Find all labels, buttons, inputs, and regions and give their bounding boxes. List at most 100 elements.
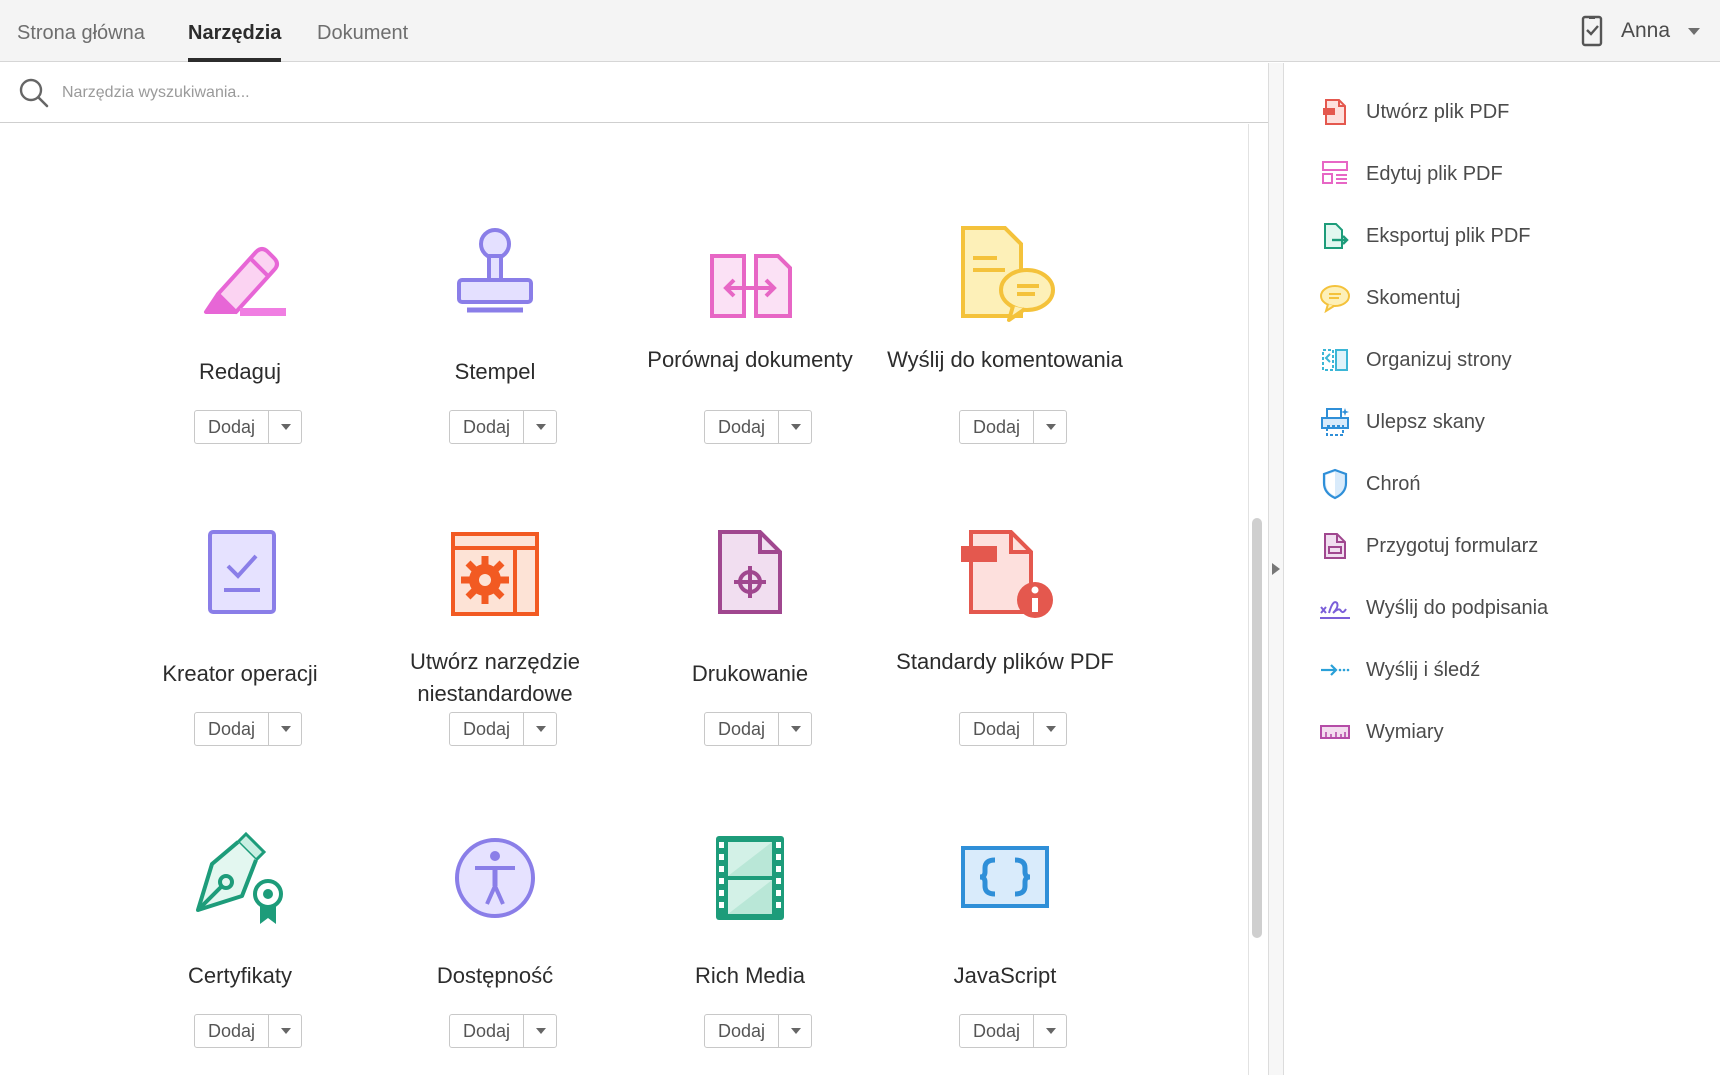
user-menu-caret-icon[interactable]	[1688, 27, 1700, 35]
tool-label: Certyfikaty	[188, 963, 292, 988]
tab-home[interactable]: Strona główna	[17, 0, 145, 62]
add-dropdown-caret-icon[interactable]	[524, 411, 556, 443]
add-button-label[interactable]: Dodaj	[960, 1015, 1034, 1047]
add-tool-button[interactable]: Dodaj	[959, 1014, 1067, 1048]
protect-shield-icon	[1318, 467, 1352, 501]
add-button-label[interactable]: Dodaj	[960, 713, 1034, 745]
add-dropdown-caret-icon[interactable]	[269, 713, 301, 745]
add-button-label[interactable]: Dodaj	[960, 411, 1034, 443]
add-tool-button[interactable]: Dodaj	[449, 410, 557, 444]
right-panel-item-send-and-track[interactable]: Wyślij i śledź	[1318, 650, 1480, 690]
tool-label: Stempel	[454, 359, 536, 384]
add-button-label[interactable]: Dodaj	[195, 713, 269, 745]
print-production-icon[interactable]	[700, 526, 800, 626]
tool-card-javascript: JavaScript Dodaj	[877, 768, 1133, 1048]
tool-card-redact: Redaguj Dodaj	[112, 164, 368, 444]
add-button-label[interactable]: Dodaj	[450, 713, 524, 745]
tab-tools[interactable]: Narzędzia	[188, 0, 282, 62]
action-wizard-checklist-icon[interactable]	[190, 526, 290, 626]
add-tool-button[interactable]: Dodaj	[194, 1014, 302, 1048]
tool-card-stamp: Stempel Dodaj	[367, 164, 623, 444]
tool-label: Drukowanie	[691, 661, 809, 686]
add-dropdown-caret-icon[interactable]	[269, 411, 301, 443]
tool-card-pdf-standards: Standardy plików PDF Dodaj	[877, 466, 1133, 746]
add-button-label[interactable]: Dodaj	[450, 411, 524, 443]
right-panel-item-create-pdf[interactable]: Utwórz plik PDF	[1318, 92, 1509, 132]
add-button-label[interactable]: Dodaj	[705, 713, 779, 745]
measure-ruler-icon	[1318, 715, 1352, 749]
tool-label: Rich Media	[694, 963, 806, 988]
right-panel-item-edit-pdf[interactable]: Edytuj plik PDF	[1318, 154, 1503, 194]
right-panel-item-measure[interactable]: Wymiary	[1318, 712, 1444, 752]
add-button-label[interactable]: Dodaj	[705, 411, 779, 443]
right-panel-item-label: Wyślij do podpisania	[1366, 596, 1549, 619]
add-tool-button[interactable]: Dodaj	[449, 712, 557, 746]
right-panel-item-label: Eksportuj plik PDF	[1366, 224, 1531, 247]
collapse-panel-arrow-icon[interactable]	[1272, 563, 1280, 575]
add-dropdown-caret-icon[interactable]	[269, 1015, 301, 1047]
tool-card-accessibility: Dostępność Dodaj	[367, 768, 623, 1048]
add-dropdown-caret-icon[interactable]	[779, 411, 811, 443]
export-pdf-icon	[1318, 219, 1352, 253]
tool-label: Dostępność	[436, 963, 554, 988]
tab-document[interactable]: Dokument	[317, 0, 408, 62]
add-tool-button[interactable]: Dodaj	[704, 410, 812, 444]
add-button-label[interactable]: Dodaj	[450, 1015, 524, 1047]
enhance-scans-icon	[1318, 405, 1352, 439]
tools-scrollbar-thumb[interactable]	[1252, 518, 1262, 938]
right-panel-item-enhance-scans[interactable]: Ulepsz skany	[1318, 402, 1485, 442]
add-dropdown-caret-icon[interactable]	[1034, 411, 1066, 443]
rich-media-film-icon[interactable]	[700, 828, 800, 928]
add-button-label[interactable]: Dodaj	[705, 1015, 779, 1047]
comment-icon	[1318, 281, 1352, 315]
right-panel-item-label: Ulepsz skany	[1366, 410, 1485, 433]
tool-label: Wyślij do komentowania	[887, 347, 1123, 372]
edit-pdf-icon	[1318, 157, 1352, 191]
javascript-braces-icon[interactable]	[955, 828, 1055, 928]
right-panel-item-label: Utwórz plik PDF	[1366, 100, 1510, 123]
right-panel-item-label: Wyślij i śledź	[1366, 658, 1481, 681]
tools-grid: Redaguj Dodaj Stempel Dodaj Porównaj dok…	[0, 124, 1248, 1075]
add-dropdown-caret-icon[interactable]	[1034, 713, 1066, 745]
stamp-icon[interactable]	[445, 224, 545, 324]
tool-card-send-for-comments: Wyślij do komentowania Dodaj	[877, 164, 1133, 444]
right-panel-item-send-for-signature[interactable]: Wyślij do podpisania	[1318, 588, 1548, 628]
right-panel-item-organize-pages[interactable]: Organizuj strony	[1318, 340, 1512, 380]
add-dropdown-caret-icon[interactable]	[1034, 1015, 1066, 1047]
add-tool-button[interactable]: Dodaj	[449, 1014, 557, 1048]
mobile-device-icon[interactable]	[1581, 15, 1603, 47]
user-name[interactable]: Anna	[1621, 19, 1670, 43]
add-dropdown-caret-icon[interactable]	[524, 713, 556, 745]
accessibility-icon[interactable]	[445, 828, 545, 928]
right-panel-item-label: Organizuj strony	[1366, 348, 1512, 371]
add-dropdown-caret-icon[interactable]	[779, 713, 811, 745]
right-panel-item-comment[interactable]: Skomentuj	[1318, 278, 1461, 318]
user-menu[interactable]: Anna	[1581, 0, 1700, 62]
add-tool-button[interactable]: Dodaj	[194, 712, 302, 746]
pdf-standards-icon[interactable]	[955, 526, 1055, 626]
add-tool-button[interactable]: Dodaj	[704, 1014, 812, 1048]
create-pdf-icon	[1318, 95, 1352, 129]
redact-marker-icon[interactable]	[190, 224, 290, 324]
add-button-label[interactable]: Dodaj	[195, 1015, 269, 1047]
add-tool-button[interactable]: Dodaj	[194, 410, 302, 444]
search-input[interactable]	[62, 77, 1162, 109]
right-panel-item-export-pdf[interactable]: Eksportuj plik PDF	[1318, 216, 1531, 256]
top-bar: Strona główna Narzędzia Dokument Anna	[0, 0, 1720, 62]
right-panel-item-prepare-form[interactable]: Przygotuj formularz	[1318, 526, 1538, 566]
add-dropdown-caret-icon[interactable]	[779, 1015, 811, 1047]
create-custom-tool-gear-icon[interactable]	[445, 526, 545, 626]
add-dropdown-caret-icon[interactable]	[524, 1015, 556, 1047]
add-tool-button[interactable]: Dodaj	[959, 712, 1067, 746]
add-button-label[interactable]: Dodaj	[195, 411, 269, 443]
organize-pages-icon	[1318, 343, 1352, 377]
right-panel-item-label: Wymiary	[1366, 720, 1444, 743]
send-for-comments-icon[interactable]	[955, 224, 1055, 324]
right-panel-item-label: Skomentuj	[1366, 286, 1461, 309]
compare-documents-icon[interactable]	[700, 224, 800, 324]
prepare-form-icon	[1318, 529, 1352, 563]
add-tool-button[interactable]: Dodaj	[704, 712, 812, 746]
certificates-pen-icon[interactable]	[190, 828, 290, 928]
add-tool-button[interactable]: Dodaj	[959, 410, 1067, 444]
right-panel-item-protect[interactable]: Chroń	[1318, 464, 1420, 504]
